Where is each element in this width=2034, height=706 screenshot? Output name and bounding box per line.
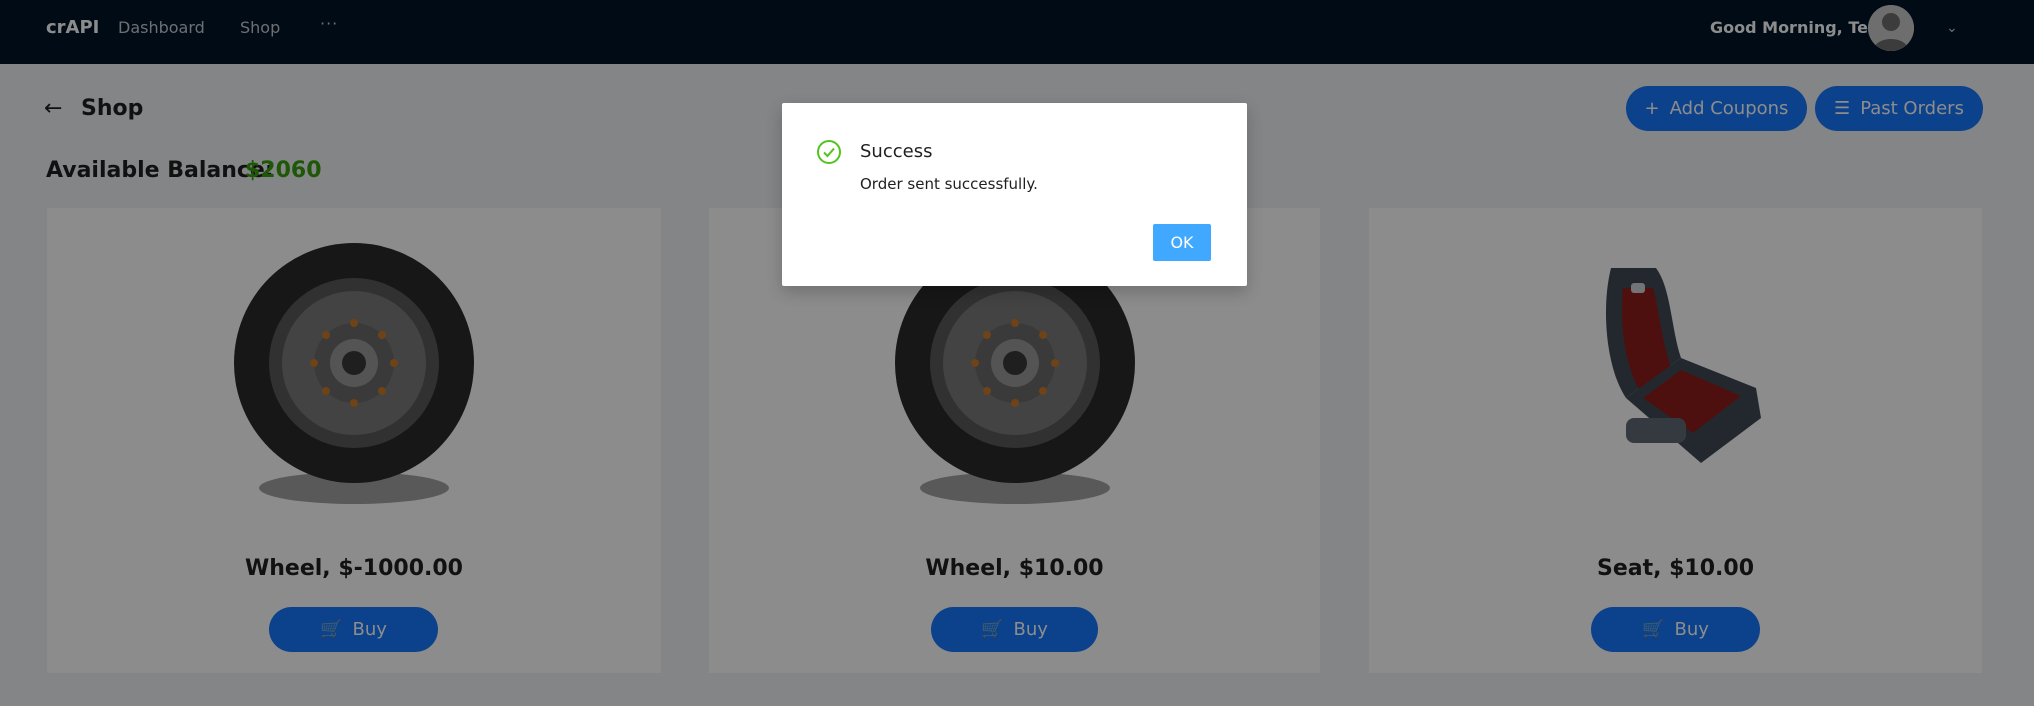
modal-message: Order sent successfully.	[860, 175, 1038, 193]
check-circle-icon	[817, 140, 841, 164]
ok-button[interactable]: OK	[1153, 224, 1211, 261]
success-modal: Success Order sent successfully. OK	[782, 103, 1247, 286]
modal-title: Success	[860, 141, 933, 162]
